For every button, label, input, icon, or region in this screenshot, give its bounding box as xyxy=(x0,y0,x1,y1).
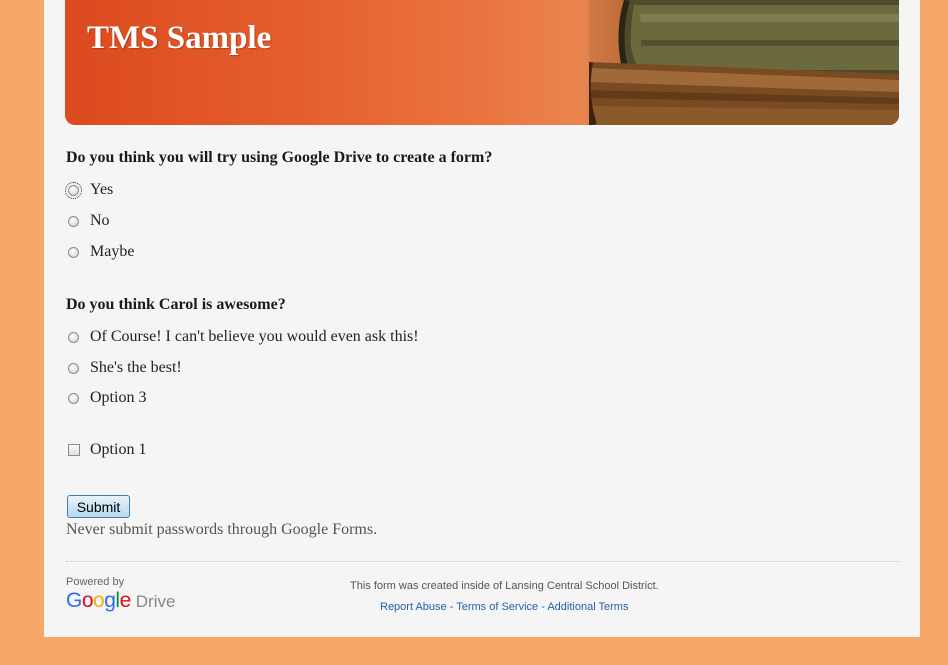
report-abuse-link[interactable]: Report Abuse xyxy=(380,601,447,613)
link-separator: - xyxy=(446,601,457,613)
checkbox-option-1[interactable]: Option 1 xyxy=(66,440,146,460)
radio-button[interactable] xyxy=(68,246,79,258)
password-warning: Never submit passwords through Google Fo… xyxy=(66,521,378,538)
google-logo-letter: e xyxy=(119,589,132,612)
google-logo-letter: o xyxy=(93,589,105,612)
option-label: Maybe xyxy=(90,243,135,260)
submit-button[interactable]: Submit xyxy=(67,495,130,518)
option-label: She's the best! xyxy=(90,359,182,376)
radio-button[interactable] xyxy=(68,331,79,343)
google-logo-letter: G xyxy=(66,589,82,612)
option-label: Of Course! I can't believe you would eve… xyxy=(90,328,419,345)
q1-option-yes[interactable]: Yes xyxy=(65,180,114,200)
form-page: TMS Sample xyxy=(44,0,920,637)
link-separator: - xyxy=(538,601,548,613)
option-label: Option 1 xyxy=(90,441,147,458)
option-label: Option 3 xyxy=(90,389,147,406)
additional-terms-link[interactable]: Additional Terms xyxy=(547,601,628,613)
radio-button[interactable] xyxy=(65,181,82,199)
books-image xyxy=(589,0,899,125)
q2-option-of-course[interactable]: Of Course! I can't believe you would eve… xyxy=(66,327,419,347)
radio-button[interactable] xyxy=(68,215,79,227)
drive-logo-text: Drive xyxy=(135,592,176,611)
option-label: Yes xyxy=(90,181,114,198)
powered-by-label: Powered by xyxy=(66,576,125,588)
question-2-text: Do you think Carol is awesome? xyxy=(66,296,286,313)
google-drive-logo[interactable]: Google Drive xyxy=(66,589,175,613)
question-1-text: Do you think you will try using Google D… xyxy=(66,149,493,166)
terms-of-service-link[interactable]: Terms of Service xyxy=(456,601,538,613)
header-banner: TMS Sample xyxy=(65,0,899,125)
footer-divider xyxy=(66,561,900,562)
q2-option-shes-the-best[interactable]: She's the best! xyxy=(66,358,182,378)
checkbox[interactable] xyxy=(68,444,80,456)
google-logo-letter: g xyxy=(104,589,116,612)
footer-links: Report Abuse - Terms of Service - Additi… xyxy=(380,601,628,613)
created-note: This form was created inside of Lansing … xyxy=(350,580,659,592)
google-logo-letter: o xyxy=(81,589,94,612)
radio-button[interactable] xyxy=(68,392,79,404)
form-title: TMS Sample xyxy=(87,20,272,56)
q1-option-maybe[interactable]: Maybe xyxy=(66,242,134,262)
option-label: No xyxy=(90,212,110,229)
q1-option-no[interactable]: No xyxy=(66,211,110,231)
radio-button[interactable] xyxy=(68,362,79,374)
q2-option-3[interactable]: Option 3 xyxy=(66,388,146,408)
